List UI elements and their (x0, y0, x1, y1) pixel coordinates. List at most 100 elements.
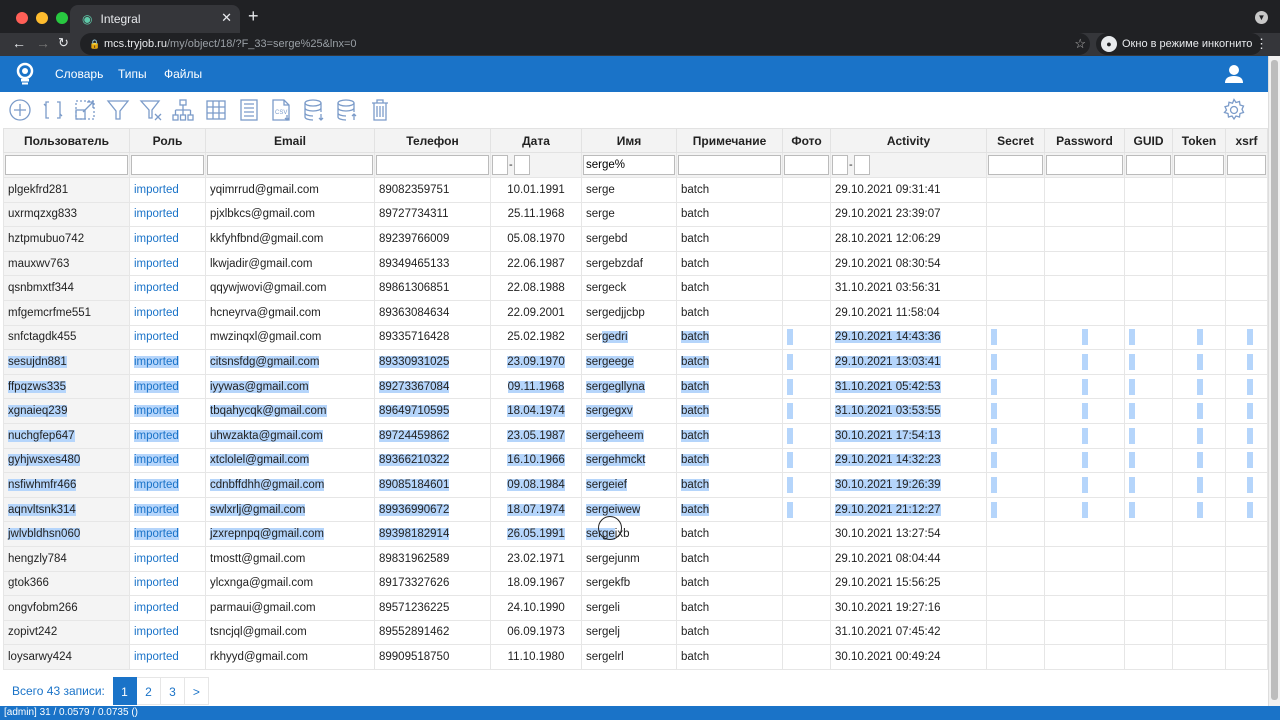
cell-role[interactable]: imported (129, 521, 206, 547)
col-header-email[interactable]: Email (205, 128, 375, 153)
filter-photo-input[interactable] (784, 155, 829, 175)
page-scrollbar[interactable] (1268, 56, 1280, 706)
table-row[interactable]: uxrmqzxg833 imported pjxlbkcs@gmail.com 897… (3, 201, 1268, 228)
browser-tab[interactable]: ◉ Integral ✕ (70, 5, 240, 33)
delete-icon[interactable] (368, 98, 392, 122)
add-icon[interactable] (8, 98, 32, 122)
col-header-phone[interactable]: Телефон (374, 128, 491, 153)
filter-password-input[interactable] (1046, 155, 1123, 175)
table-row[interactable]: aqnvltsnk314 imported swlxrlj@gmail.com 899… (3, 496, 1268, 523)
table-row[interactable]: ongvfobm266 imported parmaui@gmail.com 8957… (3, 595, 1268, 621)
filter-phone-input[interactable] (376, 155, 489, 175)
col-header-secret[interactable]: Secret (986, 128, 1045, 153)
col-header-guid[interactable]: GUID (1124, 128, 1173, 153)
bookmark-star-icon[interactable]: ☆ (1074, 33, 1086, 55)
scrollbar-thumb[interactable] (1271, 60, 1278, 700)
table-row[interactable]: hengzly784 imported tmostt@gmail.com 898319… (3, 545, 1268, 572)
cell-role[interactable]: imported (129, 619, 206, 646)
close-tab-icon[interactable]: ✕ (221, 10, 232, 26)
nav-files[interactable]: Файлы (164, 67, 202, 81)
nav-types[interactable]: Типы (118, 67, 147, 81)
filter-date-from-input[interactable] (492, 155, 508, 175)
col-header-note[interactable]: Примечание (676, 128, 783, 153)
page-2-button[interactable]: 2 (136, 677, 161, 705)
cell-role[interactable]: imported (129, 570, 206, 597)
table-row[interactable]: jwlvbldhsn060 imported jzxrepnpq@gmail.com… (3, 521, 1268, 547)
table-row[interactable]: zopivt242 imported tsncjql@gmail.com 895528… (3, 619, 1268, 646)
filter-secret-input[interactable] (988, 155, 1043, 175)
back-icon[interactable]: ← (12, 35, 26, 51)
col-header-photo[interactable]: Фото (782, 128, 831, 153)
filter-date-to-input[interactable] (513, 155, 530, 175)
filter-icon[interactable] (106, 98, 130, 122)
filter-activity-from-input[interactable] (832, 155, 848, 175)
clear-filter-icon[interactable] (139, 98, 163, 122)
expand-icon[interactable] (73, 98, 97, 122)
address-bar[interactable]: 🔒 mcs.tryjob.ru/my/object/18/?F_33=serge… (80, 33, 1090, 55)
page-1-button[interactable]: 1 (112, 677, 137, 705)
cell-role[interactable]: imported (129, 201, 206, 228)
cell-role[interactable]: imported (129, 226, 206, 252)
filter-name-input[interactable] (583, 155, 675, 175)
table-row[interactable]: sesujdn881 imported citsnsfdg@gmail.com 893… (3, 349, 1268, 375)
table-row[interactable]: nsfiwhmfr466 imported cdnbffdhh@gmail.com 8… (3, 472, 1268, 498)
col-header-activity[interactable]: Activity (830, 128, 987, 153)
db-download-icon[interactable] (302, 98, 326, 122)
col-header-role[interactable]: Роль (129, 128, 206, 153)
cell-role[interactable]: imported (129, 349, 206, 375)
hierarchy-icon[interactable] (171, 98, 195, 122)
cell-role[interactable]: imported (129, 250, 206, 277)
table-row[interactable]: ffpqzws335 imported iyywas@gmail.com 892733… (3, 373, 1268, 400)
filter-token-input[interactable] (1174, 155, 1224, 175)
grid-icon[interactable] (204, 98, 228, 122)
db-upload-icon[interactable] (335, 98, 359, 122)
filter-guid-input[interactable] (1126, 155, 1171, 175)
table-row[interactable]: gtok366 imported ylcxnga@gmail.com 89173327… (3, 570, 1268, 597)
cell-role[interactable]: imported (129, 373, 206, 400)
filter-email-input[interactable] (207, 155, 373, 175)
col-header-password[interactable]: Password (1044, 128, 1125, 153)
table-row[interactable]: xgnaieq239 imported tbqahycqk@gmail.com 896… (3, 398, 1268, 424)
col-header-xsrf[interactable]: xsrf (1225, 128, 1268, 153)
filter-user-input[interactable] (5, 155, 128, 175)
cell-role[interactable]: imported (129, 275, 206, 301)
page-3-button[interactable]: 3 (160, 677, 185, 705)
cell-role[interactable]: imported (129, 644, 206, 670)
cell-role[interactable]: imported (129, 447, 206, 474)
minimize-window-button[interactable] (36, 12, 48, 24)
cell-role[interactable]: imported (129, 472, 206, 498)
new-tab-button[interactable]: + (248, 6, 259, 27)
cell-role[interactable]: imported (129, 324, 206, 351)
filter-activity-to-input[interactable] (853, 155, 870, 175)
filter-note-input[interactable] (678, 155, 781, 175)
tab-search-icon[interactable]: ▼ (1255, 11, 1268, 24)
app-logo-lightbulb-icon[interactable] (14, 62, 36, 86)
refresh-icon[interactable] (41, 98, 65, 122)
cell-role[interactable]: imported (129, 177, 206, 203)
browser-menu-icon[interactable]: ⋮ (1255, 36, 1268, 52)
table-row[interactable]: snfctagdk455 imported mwzinqxl@gmail.com 89… (3, 324, 1268, 351)
nav-dictionary[interactable]: Словарь (55, 67, 103, 81)
col-header-date[interactable]: Дата (490, 128, 582, 153)
cell-role[interactable]: imported (129, 545, 206, 572)
filter-role-input[interactable] (131, 155, 204, 175)
cell-role[interactable]: imported (129, 595, 206, 621)
reload-icon[interactable]: ↻ (58, 35, 69, 51)
settings-gear-icon[interactable] (1222, 98, 1246, 122)
close-window-button[interactable] (16, 12, 28, 24)
col-header-user[interactable]: Пользователь (3, 128, 130, 153)
table-row[interactable]: gyhjwsxes480 imported xtclolel@gmail.com 89… (3, 447, 1268, 474)
incognito-badge[interactable]: ● Окно в режиме инкогнито (1096, 33, 1263, 55)
list-icon[interactable] (237, 98, 261, 122)
cell-role[interactable]: imported (129, 398, 206, 424)
cell-role[interactable]: imported (129, 496, 206, 523)
col-header-token[interactable]: Token (1172, 128, 1226, 153)
next-page-button[interactable]: > (184, 677, 209, 705)
csv-export-icon[interactable]: CSV (269, 98, 293, 122)
table-row[interactable]: plgekfrd281 imported yqimrrud@gmail.com 890… (3, 177, 1268, 203)
table-row[interactable]: nuchgfep647 imported uhwzakta@gmail.com 897… (3, 422, 1268, 449)
maximize-window-button[interactable] (56, 12, 68, 24)
cell-role[interactable]: imported (129, 299, 206, 326)
col-header-name[interactable]: Имя (581, 128, 677, 153)
cell-role[interactable]: imported (129, 422, 206, 449)
